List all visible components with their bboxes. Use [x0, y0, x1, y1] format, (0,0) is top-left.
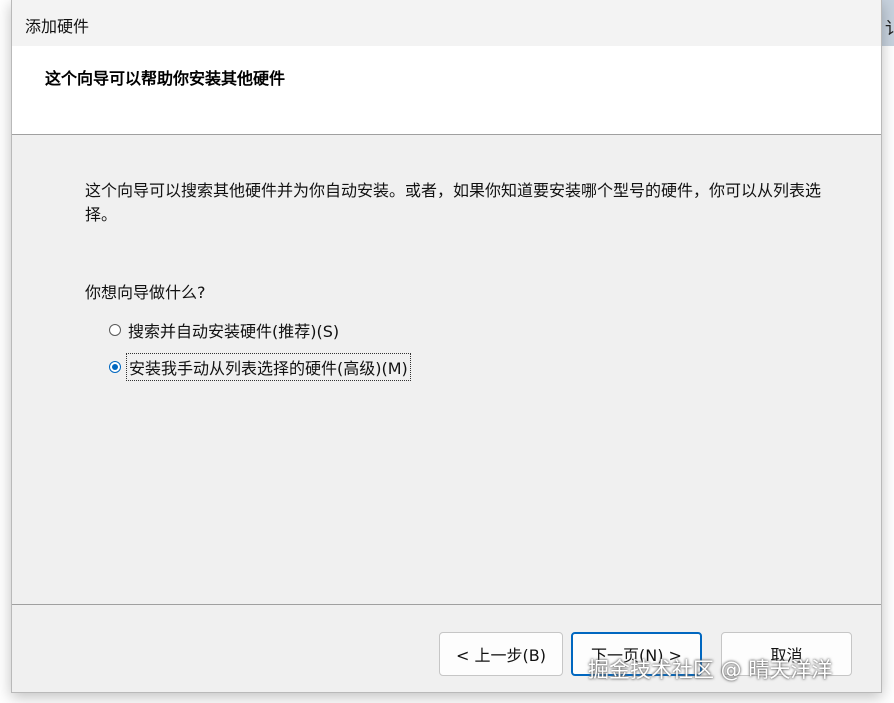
background-window-edge: 讠 [880, 0, 894, 46]
add-hardware-dialog: 添加硬件 这个向导可以帮助你安装其他硬件 这个向导可以搜索其他硬件并为你自动安装… [11, 0, 882, 693]
option-auto-install[interactable]: 搜索并自动安装硬件(推荐)(S) [109, 317, 341, 343]
watermark: 掘金技术社区 @ 晴天洋洋 [588, 658, 833, 682]
wizard-header: 这个向导可以帮助你安装其他硬件 [12, 46, 881, 135]
wizard-body: 这个向导可以搜索其他硬件并为你自动安装。或者，如果你知道要安装哪个型号的硬件，你… [12, 135, 881, 604]
option-auto-install-label: 搜索并自动安装硬件(推荐)(S) [128, 322, 340, 341]
back-button[interactable]: < 上一步(B) [439, 632, 563, 676]
wizard-question: 你想向导做什么? [85, 283, 206, 302]
option-manual-install[interactable]: 安装我手动从列表选择的硬件(高级)(M) [109, 353, 411, 381]
wizard-heading: 这个向导可以帮助你安装其他硬件 [45, 69, 286, 88]
option-manual-install-label: 安装我手动从列表选择的硬件(高级)(M) [126, 353, 411, 381]
window-title: 添加硬件 [25, 17, 90, 36]
title-bar[interactable]: 添加硬件 [12, 0, 881, 46]
wizard-description: 这个向导可以搜索其他硬件并为你自动安装。或者，如果你知道要安装哪个型号的硬件，你… [85, 181, 822, 224]
radio-auto-install[interactable] [109, 324, 121, 336]
footer-divider [12, 604, 881, 605]
background-window-title-fragment: 讠 [885, 14, 894, 39]
radio-manual-install[interactable] [109, 361, 121, 373]
